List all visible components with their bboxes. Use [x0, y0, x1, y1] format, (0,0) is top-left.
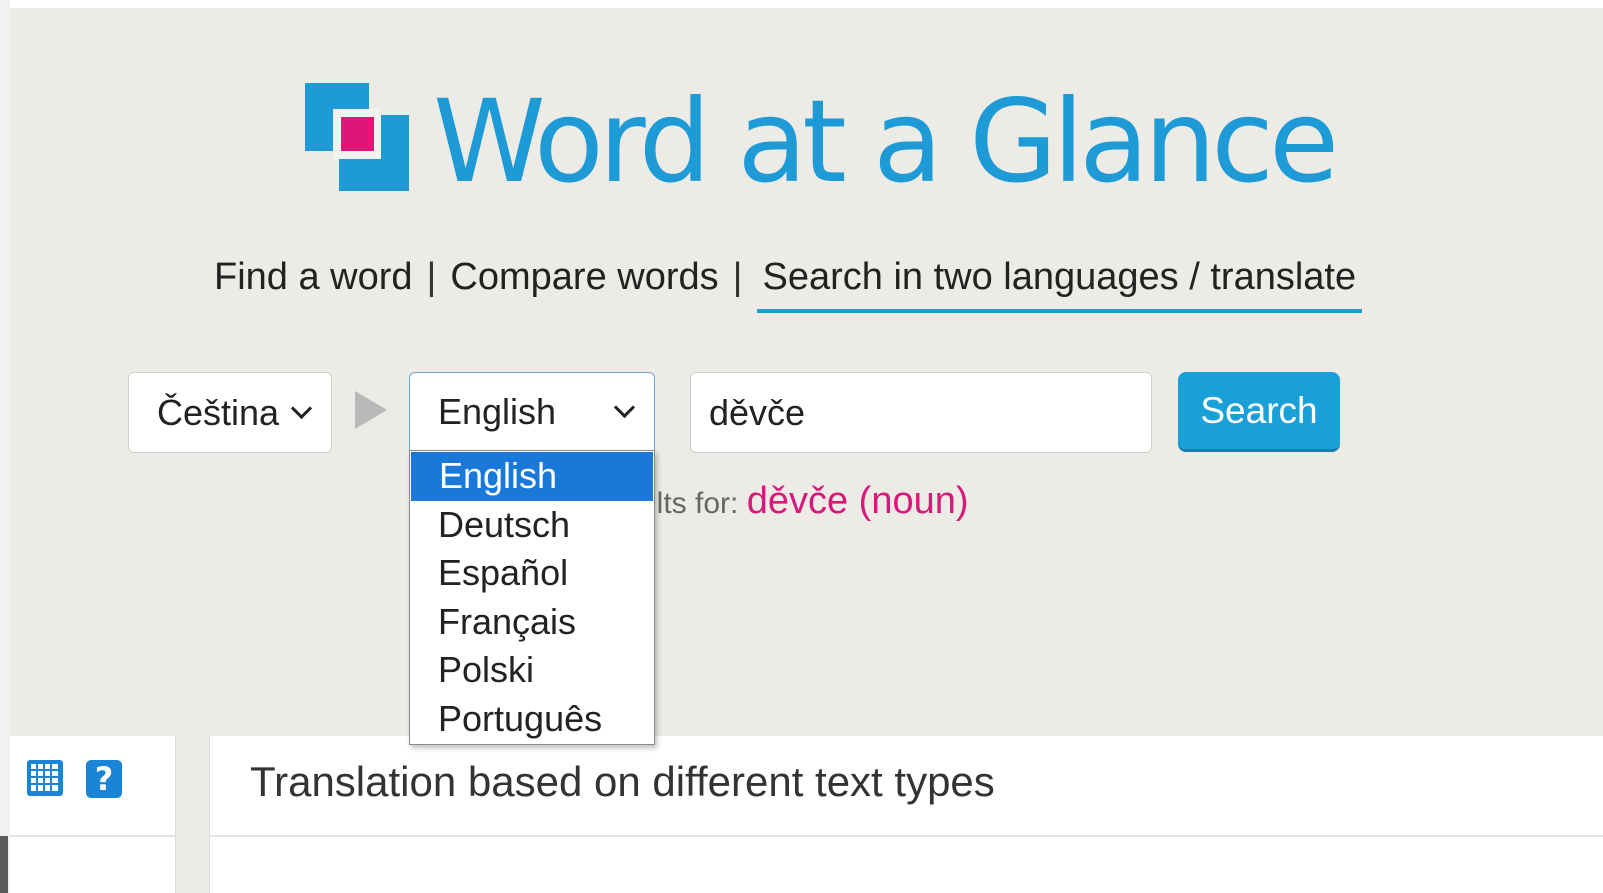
side-panel: ? — [10, 736, 176, 893]
dropdown-option-portugues[interactable]: Português — [410, 695, 654, 744]
window-edge — [0, 0, 10, 893]
nav-compare-words[interactable]: Compare words — [450, 256, 718, 299]
app-title: Word at a Glance — [433, 75, 1339, 208]
dropdown-option-english[interactable]: English — [411, 452, 653, 501]
panel-divider — [210, 835, 1603, 837]
dropdown-option-deutsch[interactable]: Deutsch — [410, 501, 654, 550]
search-input[interactable] — [690, 372, 1152, 453]
grid-icon[interactable] — [26, 759, 64, 797]
source-language-value: Čeština — [157, 391, 280, 433]
panel-title: Translation based on different text type… — [250, 758, 995, 805]
nav-separator: | — [426, 256, 437, 298]
help-icon[interactable]: ? — [86, 760, 122, 798]
results-term[interactable]: děvče (noun) — [747, 480, 969, 522]
target-language-select[interactable]: English — [409, 372, 655, 451]
logo-icon — [305, 83, 409, 195]
nav-separator: | — [732, 256, 743, 298]
chevron-down-icon — [613, 396, 636, 419]
translation-panel: Translation based on different text type… — [209, 736, 1603, 893]
main-nav: Find a word | Compare words | Search in … — [214, 255, 1363, 313]
window-edge-dark — [0, 836, 8, 893]
nav-find-word[interactable]: Find a word — [214, 256, 413, 299]
panel-divider — [10, 835, 175, 837]
chevron-down-icon — [290, 397, 313, 420]
search-button[interactable]: Search — [1178, 372, 1340, 452]
direction-arrow-icon — [355, 391, 387, 429]
nav-search-two-languages[interactable]: Search in two languages / translate — [756, 256, 1363, 313]
dropdown-option-polski[interactable]: Polski — [410, 646, 654, 695]
dropdown-option-francais[interactable]: Français — [410, 598, 654, 647]
target-language-dropdown[interactable]: English Deutsch Español Français Polski … — [409, 450, 655, 745]
dropdown-option-espanol[interactable]: Español — [410, 549, 654, 598]
results-heading: ults for: děvče (noun) — [640, 480, 969, 523]
source-language-select[interactable]: Čeština — [128, 372, 332, 453]
target-language-value: English — [438, 390, 557, 432]
